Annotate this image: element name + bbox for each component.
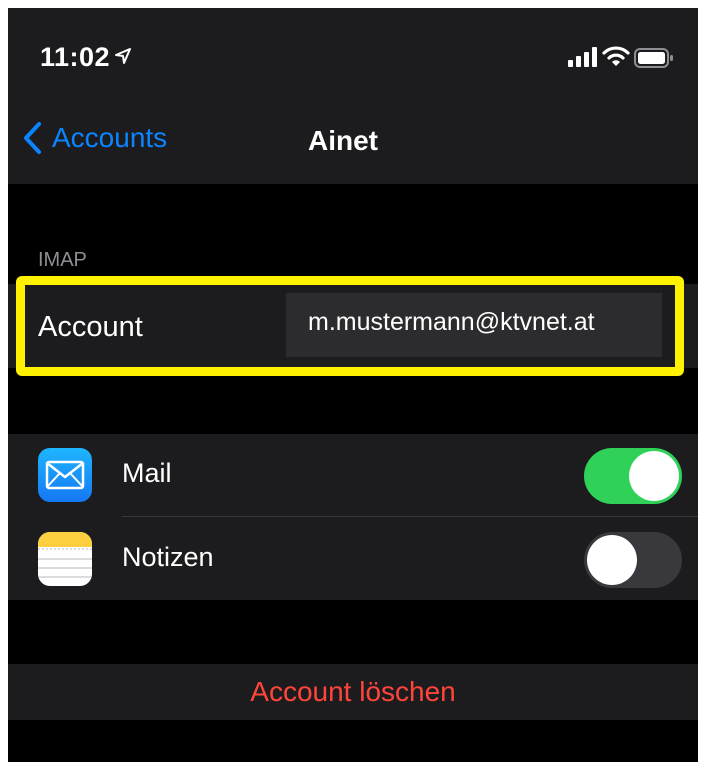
page-title: Ainet [308, 125, 378, 156]
status-time: 11:02 [40, 42, 111, 72]
notes-icon [38, 532, 92, 586]
notes-toggle[interactable] [584, 532, 682, 588]
settings-screen: 11:02 Accounts Ainet IMAP Account m.must… [8, 8, 698, 762]
toggle-knob [629, 451, 679, 501]
location-arrow-icon [115, 48, 131, 64]
list-item-notes: Notizen [8, 518, 698, 600]
delete-account-label: Account löschen [250, 676, 456, 707]
section-header-imap: IMAP [38, 249, 87, 271]
delete-account-button[interactable]: Account löschen [8, 664, 698, 720]
battery-icon [634, 48, 673, 68]
mail-icon [38, 448, 92, 502]
mail-label: Mail [122, 458, 172, 488]
notes-label: Notizen [122, 542, 214, 572]
wifi-icon [602, 46, 630, 66]
account-email-value: m.mustermann@ktvnet.at [308, 308, 595, 336]
status-bar: 11:02 [8, 8, 698, 100]
account-label: Account [38, 311, 143, 343]
list-item-mail: Mail [8, 434, 698, 516]
toggle-knob [587, 535, 637, 585]
row-separator [122, 516, 698, 517]
signal-icon [568, 47, 597, 67]
mail-toggle[interactable] [584, 448, 682, 504]
